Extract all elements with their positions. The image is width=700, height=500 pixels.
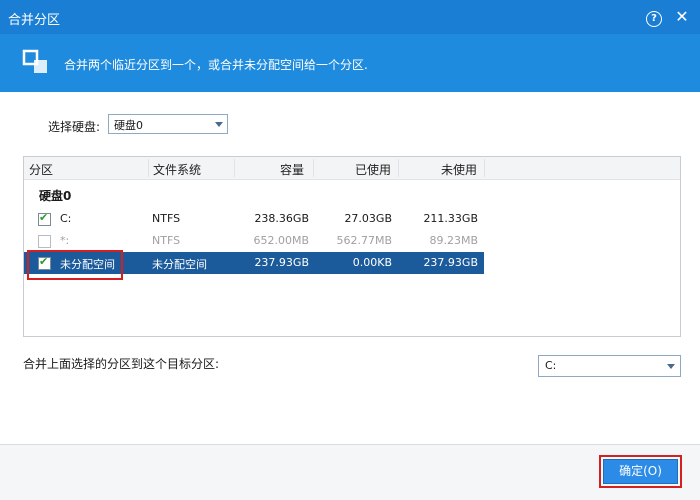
dialog-footer: [0, 445, 700, 500]
partition-filesystem: 未分配空间: [152, 258, 207, 271]
help-button[interactable]: ?: [644, 7, 664, 27]
info-banner: 合并两个临近分区到一个，或合并未分配空间给一个分区.: [0, 34, 700, 92]
column-divider[interactable]: [313, 159, 314, 177]
column-divider[interactable]: [398, 159, 399, 177]
column-divider[interactable]: [484, 159, 485, 177]
banner-text: 合并两个临近分区到一个，或合并未分配空间给一个分区.: [64, 58, 368, 72]
disk-select-value: 硬盘0: [114, 119, 143, 132]
help-icon: ?: [646, 11, 662, 27]
window-title: 合并分区: [8, 13, 61, 28]
table-row[interactable]: C: NTFS 238.36GB 27.03GB 211.33GB: [24, 208, 484, 230]
partition-name: C:: [60, 212, 72, 225]
close-button[interactable]: ✕: [672, 7, 692, 27]
partition-capacity: 238.36GB: [254, 212, 309, 225]
row-checkbox[interactable]: [38, 211, 51, 226]
column-divider[interactable]: [148, 159, 149, 177]
partition-used: 27.03GB: [344, 212, 392, 225]
disk-group-label: 硬盘0: [39, 189, 72, 203]
partition-used: 562.77MB: [336, 234, 392, 247]
partition-table: 分区 文件系统 容量 已使用 未使用 硬盘0 C: NTFS 238.36GB …: [23, 156, 681, 337]
table-header: 分区 文件系统 容量 已使用 未使用: [24, 157, 680, 180]
partition-used: 0.00KB: [352, 256, 392, 269]
column-header-filesystem[interactable]: 文件系统: [153, 161, 201, 178]
chevron-down-icon: [667, 364, 675, 369]
title-bar: 合并分区 ? ✕: [0, 0, 700, 34]
column-divider[interactable]: [234, 159, 235, 177]
target-partition-select[interactable]: C:: [538, 355, 681, 377]
chevron-down-icon: [215, 122, 223, 127]
row-checkbox: [38, 235, 51, 248]
column-header-partition[interactable]: 分区: [29, 161, 53, 178]
partition-filesystem: NTFS: [152, 212, 181, 225]
merge-partition-icon: [22, 49, 47, 73]
partition-capacity: 237.93GB: [254, 256, 309, 269]
target-partition-value: C:: [545, 359, 557, 372]
column-header-capacity[interactable]: 容量: [280, 161, 304, 178]
partition-filesystem: NTFS: [152, 234, 181, 247]
disk-select[interactable]: 硬盘0: [108, 114, 228, 134]
column-header-used[interactable]: 已使用: [355, 161, 391, 178]
column-header-free[interactable]: 未使用: [441, 161, 477, 178]
ok-button[interactable]: 确定(O): [603, 459, 678, 484]
partition-free: 211.33GB: [423, 212, 478, 225]
partition-free: 89.23MB: [429, 234, 478, 247]
disk-select-label: 选择硬盘:: [48, 120, 101, 134]
table-row: *: NTFS 652.00MB 562.77MB 89.23MB: [24, 230, 484, 252]
target-partition-label: 合并上面选择的分区到这个目标分区:: [23, 357, 220, 371]
highlight-box: [27, 250, 123, 280]
partition-name: *:: [60, 234, 70, 247]
partition-free: 237.93GB: [423, 256, 478, 269]
partition-capacity: 652.00MB: [253, 234, 309, 247]
